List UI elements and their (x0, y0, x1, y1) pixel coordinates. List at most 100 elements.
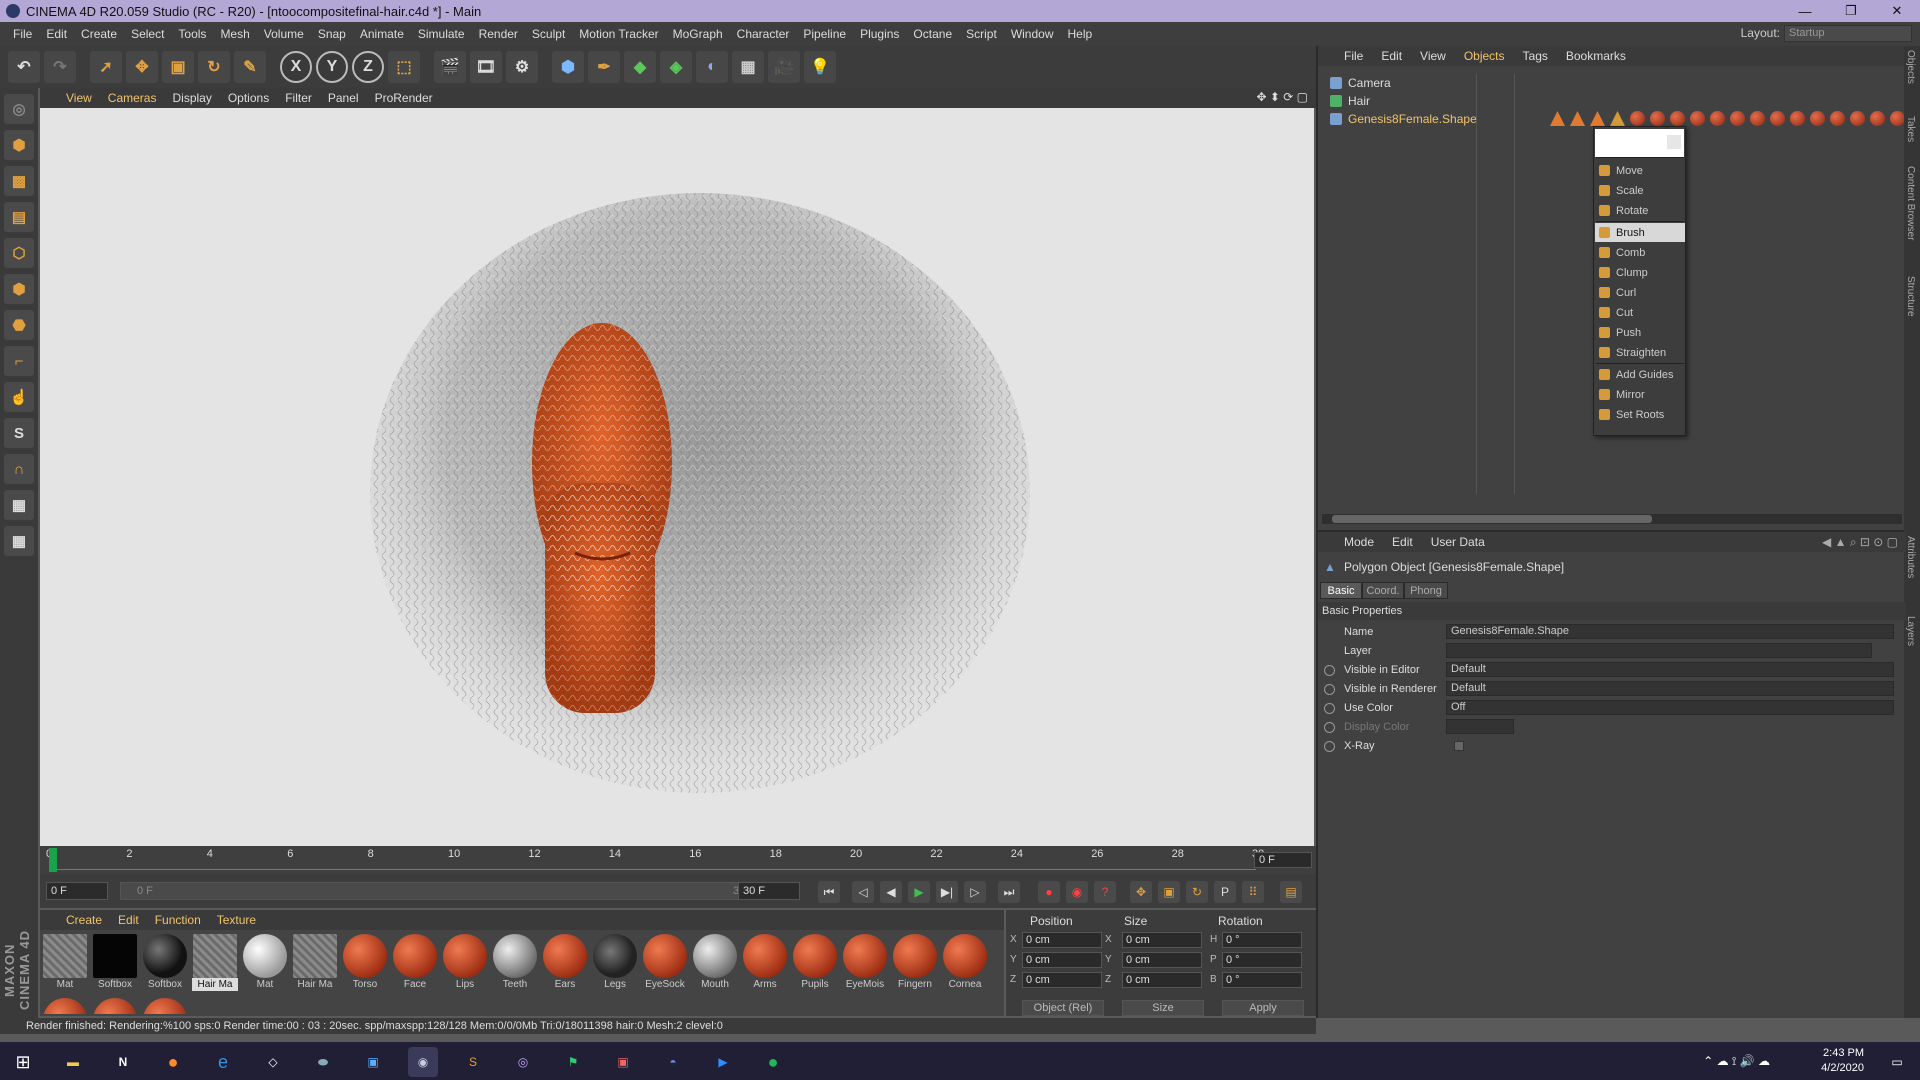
attribute-value-field[interactable]: Off (1446, 700, 1894, 715)
apply-button[interactable]: Apply (1222, 1000, 1304, 1016)
system-tray-icons[interactable]: ⌃ ☁ ⟟ 🔊 ☁ (1703, 1054, 1770, 1069)
menu-script[interactable]: Script (959, 27, 1004, 41)
material-swatch[interactable]: Ears (542, 932, 588, 992)
material-tag-icon[interactable] (1810, 111, 1825, 126)
material-tag-icon[interactable] (1730, 111, 1745, 126)
autokey-icon[interactable]: ◉ (1066, 881, 1088, 903)
previous-frame-icon[interactable]: ◀ (880, 881, 902, 903)
material-tag-icon[interactable] (1650, 111, 1665, 126)
position-x-field[interactable]: 0 cm (1022, 932, 1102, 948)
material-tag-icon[interactable] (1890, 111, 1905, 126)
current-frame-field[interactable]: 0 F (1254, 852, 1312, 868)
context-menu-item-clump[interactable]: Clump (1595, 263, 1685, 282)
menu-mograph[interactable]: MoGraph (666, 27, 730, 41)
tab-layers[interactable]: Layers (1905, 616, 1916, 646)
attr-menu-mode[interactable]: Mode (1344, 535, 1374, 549)
menu-motion-tracker[interactable]: Motion Tracker (572, 27, 665, 41)
horizontal-scrollbar[interactable] (1322, 514, 1902, 524)
attr-nav-icons[interactable]: ◀ ▲ ⌕ ⊡ ⊙ ▢ (1822, 535, 1898, 550)
edges-mode-icon[interactable]: ⬢ (4, 274, 34, 304)
menu-render[interactable]: Render (472, 27, 525, 41)
context-menu-item-push[interactable]: Push (1595, 323, 1685, 342)
cube-primitive-icon[interactable]: ⬢ (552, 51, 584, 83)
menu-character[interactable]: Character (730, 27, 797, 41)
material-tag-icon[interactable] (1630, 111, 1645, 126)
viewport-nav-icons[interactable]: ✥ ⬍ ⟳ ▢ (1256, 90, 1308, 104)
material-swatch[interactable]: Hair Ma (192, 932, 238, 992)
floor-scene-icon[interactable]: ▦ (732, 51, 764, 83)
material-swatch[interactable]: Mat (42, 932, 88, 992)
layout-select[interactable]: Startup (1784, 25, 1912, 42)
sublime-icon[interactable]: S (458, 1047, 488, 1077)
redo-icon[interactable]: ↷ (44, 51, 76, 83)
tab-structure[interactable]: Structure (1905, 276, 1916, 317)
size-mode-dropdown[interactable]: Size (1122, 1000, 1204, 1016)
material-tag-icon[interactable] (1590, 111, 1605, 126)
menu-edit[interactable]: Edit (39, 27, 74, 41)
viewport-menu-panel[interactable]: Panel (328, 91, 359, 105)
timeline-playhead[interactable] (49, 848, 57, 872)
material-menu-texture[interactable]: Texture (217, 913, 256, 927)
material-swatch[interactable] (142, 996, 188, 1014)
objmgr-menu-edit[interactable]: Edit (1381, 49, 1402, 63)
subdivision-surface-icon[interactable]: ◆ (624, 51, 656, 83)
material-swatch[interactable]: Mouth (692, 932, 738, 992)
material-menu-create[interactable]: Create (66, 913, 102, 927)
menu-volume[interactable]: Volume (257, 27, 311, 41)
file-explorer-icon[interactable]: ▬ (58, 1047, 88, 1077)
tab-attributes[interactable]: Attributes (1905, 536, 1916, 578)
axis-x-lock-button[interactable]: X (280, 51, 312, 83)
tab-objects[interactable]: Objects (1905, 50, 1916, 84)
firefox-icon[interactable]: ● (158, 1047, 188, 1077)
animate-parameter-icon[interactable] (1324, 741, 1335, 752)
notification-icon[interactable]: ▭ (1882, 1047, 1912, 1077)
size-z-field[interactable]: 0 cm (1122, 972, 1202, 988)
tab-content-browser[interactable]: Content Browser (1905, 166, 1916, 240)
material-tag-icon[interactable] (1750, 111, 1765, 126)
app-icon[interactable]: ▣ (608, 1047, 638, 1077)
material-swatch[interactable]: Fingern (892, 932, 938, 992)
menu-tools[interactable]: Tools (171, 27, 213, 41)
viewport-menu-display[interactable]: Display (172, 91, 211, 105)
material-tag-icon[interactable] (1690, 111, 1705, 126)
objmgr-menu-view[interactable]: View (1420, 49, 1446, 63)
objmgr-menu-bookmarks[interactable]: Bookmarks (1566, 49, 1626, 63)
windows-start-icon[interactable]: ⊞ (8, 1047, 38, 1077)
menu-animate[interactable]: Animate (353, 27, 411, 41)
material-menu-edit[interactable]: Edit (118, 913, 139, 927)
axis-z-lock-button[interactable]: Z (352, 51, 384, 83)
object-row-genesis8female-shape[interactable]: Genesis8Female.Shape (1330, 110, 1477, 128)
spotify-icon[interactable]: ● (758, 1047, 788, 1077)
context-menu-item-add-guides[interactable]: Add Guides (1595, 365, 1685, 384)
material-tag-icon[interactable] (1610, 111, 1625, 126)
material-swatch[interactable]: Arms (742, 932, 788, 992)
animate-parameter-icon[interactable] (1324, 703, 1335, 714)
menu-snap[interactable]: Snap (311, 27, 353, 41)
attr-menu-user-data[interactable]: User Data (1431, 535, 1485, 549)
next-key-icon[interactable]: ▷ (964, 881, 986, 903)
unity-icon[interactable]: ◇ (258, 1047, 288, 1077)
model-mode-icon[interactable]: ⬢ (4, 130, 34, 160)
undo-icon[interactable]: ↶ (8, 51, 40, 83)
attribute-value-field[interactable]: Default (1446, 681, 1894, 696)
make-editable-icon[interactable]: ◎ (4, 94, 34, 124)
animate-parameter-icon[interactable] (1324, 722, 1335, 733)
attribute-value-field[interactable]: Genesis8Female.Shape (1446, 624, 1894, 639)
attribute-value-field[interactable] (1446, 643, 1872, 658)
menu-sculpt[interactable]: Sculpt (525, 27, 572, 41)
object-row-camera[interactable]: Camera (1330, 74, 1391, 92)
zoom-icon[interactable]: ▶ (708, 1047, 738, 1077)
material-tag-icon[interactable] (1670, 111, 1685, 126)
material-swatch[interactable]: Torso (342, 932, 388, 992)
objmgr-menu-objects[interactable]: Objects (1464, 49, 1505, 63)
store-icon[interactable]: ▣ (358, 1047, 388, 1077)
position-z-field[interactable]: 0 cm (1022, 972, 1102, 988)
material-tag-icon[interactable] (1830, 111, 1845, 126)
material-swatch[interactable] (92, 996, 138, 1014)
tweak-mode-icon[interactable]: ☝ (4, 382, 34, 412)
axis-y-lock-button[interactable]: Y (316, 51, 348, 83)
go-to-start-icon[interactable]: ⏮ (818, 881, 840, 903)
attribute-value-field[interactable]: Default (1446, 662, 1894, 677)
animate-parameter-icon[interactable] (1324, 665, 1335, 676)
clock[interactable]: 2:43 PM 4/2/2020 (1821, 1046, 1864, 1076)
